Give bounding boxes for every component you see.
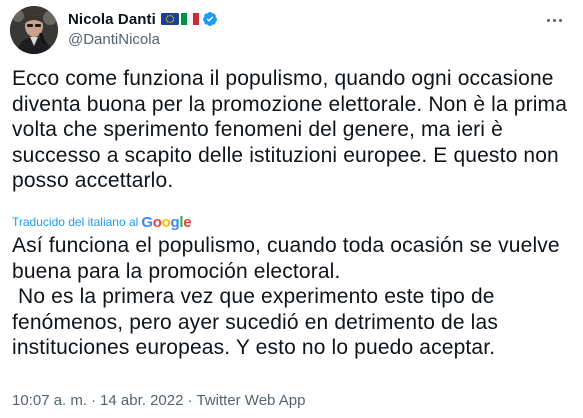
verified-badge-icon	[202, 11, 218, 27]
avatar[interactable]	[10, 6, 58, 54]
tweet-time: 10:07 a. m.	[12, 392, 88, 409]
tweet-metadata: 10:07 a. m. · 14 abr. 2022 · Twitter Web A…	[12, 392, 305, 409]
author-handle[interactable]: @DantiNicola	[68, 31, 218, 48]
translation-attribution[interactable]: Traducido del italiano al Google	[12, 212, 192, 232]
tweet-source-link[interactable]: Twitter Web App	[196, 392, 305, 409]
author-display-name[interactable]: Nicola Danti	[68, 11, 156, 28]
author-block: Nicola Danti @DantiNicola	[68, 9, 218, 48]
tweet-date: 14 abr. 2022	[100, 392, 184, 409]
translated-text: Así funciona el populismo, cuando toda o…	[12, 234, 560, 359]
eu-flag-icon	[160, 13, 179, 25]
italy-flag-icon	[180, 13, 199, 25]
tweet-time-link[interactable]: 10:07 a. m. · 14 abr. 2022	[12, 392, 183, 409]
meta-separator: ·	[187, 392, 193, 409]
tweet-text: Ecco come funziona il populismo, quando …	[12, 67, 574, 192]
meta-separator: ·	[91, 392, 97, 409]
google-logo: Google	[141, 213, 192, 231]
tweet-header: Nicola Danti @DantiNicola	[10, 6, 569, 56]
more-options-icon[interactable]	[543, 10, 565, 30]
translated-by-label: Traducido del italiano al	[12, 215, 139, 229]
